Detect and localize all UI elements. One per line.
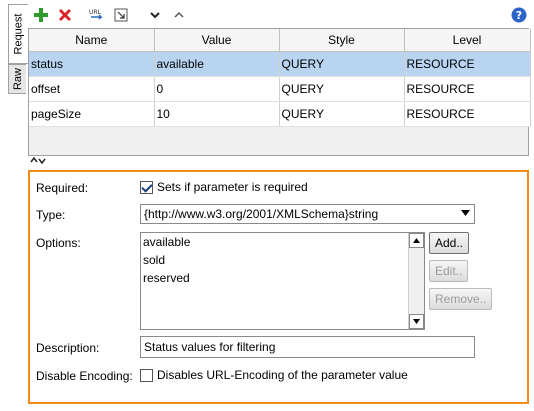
tab-request-label: Request bbox=[12, 13, 25, 55]
description-field[interactable]: Status values for filtering bbox=[140, 336, 475, 358]
edit-option-button[interactable]: Edit.. bbox=[429, 260, 469, 282]
cell-name[interactable]: pageSize bbox=[29, 101, 155, 127]
toolbar: URL ? bbox=[28, 4, 528, 26]
column-header-level[interactable]: Level bbox=[404, 29, 531, 52]
cell-level[interactable]: RESOURCE bbox=[404, 76, 531, 102]
cell-style[interactable]: QUERY bbox=[279, 101, 405, 127]
list-item[interactable]: available bbox=[141, 233, 424, 251]
options-scrollbar[interactable] bbox=[408, 233, 424, 329]
table-row[interactable]: offset 0 QUERY RESOURCE bbox=[29, 76, 531, 102]
scroll-up-icon[interactable] bbox=[409, 233, 424, 248]
cell-name[interactable]: status bbox=[29, 51, 155, 77]
plus-icon[interactable] bbox=[32, 6, 50, 24]
parameter-details-panel: Required: Sets if parameter is required … bbox=[28, 170, 529, 404]
required-text: Sets if parameter is required bbox=[157, 180, 308, 194]
column-header-name[interactable]: Name bbox=[29, 29, 155, 52]
required-checkbox[interactable] bbox=[140, 180, 153, 194]
options-label: Options: bbox=[36, 236, 81, 250]
chevron-up-icon[interactable] bbox=[170, 6, 188, 24]
extract-icon[interactable] bbox=[112, 6, 130, 24]
type-select-value: {http://www.w3.org/2001/XMLSchema}string bbox=[144, 207, 379, 221]
type-label: Type: bbox=[36, 208, 66, 222]
description-label: Description: bbox=[36, 341, 100, 355]
tab-raw[interactable]: Raw bbox=[8, 64, 26, 94]
tab-request[interactable]: Request bbox=[8, 4, 28, 64]
list-item[interactable]: reserved bbox=[141, 269, 424, 287]
parameters-table: Name Value Style Level status available … bbox=[28, 28, 531, 156]
options-list[interactable]: available sold reserved bbox=[140, 232, 425, 330]
add-option-button[interactable]: Add.. bbox=[429, 232, 470, 254]
cell-style[interactable]: QUERY bbox=[279, 76, 405, 102]
remove-option-button[interactable]: Remove.. bbox=[429, 288, 493, 310]
column-header-style[interactable]: Style bbox=[279, 29, 405, 52]
table-row[interactable]: pageSize 10 QUERY RESOURCE bbox=[29, 101, 531, 127]
cell-value[interactable]: available bbox=[154, 51, 280, 77]
cell-level[interactable]: RESOURCE bbox=[404, 101, 531, 127]
cell-style[interactable]: QUERY bbox=[279, 51, 405, 77]
cell-value[interactable]: 0 bbox=[154, 76, 280, 102]
x-icon[interactable] bbox=[56, 6, 74, 24]
description-value: Status values for filtering bbox=[144, 340, 276, 354]
disable-encoding-label: Disable Encoding: bbox=[36, 369, 133, 383]
cell-value[interactable]: 10 bbox=[154, 101, 280, 127]
url-icon[interactable]: URL bbox=[88, 6, 106, 24]
type-select[interactable]: {http://www.w3.org/2001/XMLSchema}string bbox=[140, 204, 475, 224]
cell-name[interactable]: offset bbox=[29, 76, 155, 102]
svg-text:?: ? bbox=[516, 9, 522, 22]
tab-raw-label: Raw bbox=[11, 67, 24, 91]
table-row[interactable]: status available QUERY RESOURCE bbox=[29, 51, 531, 77]
chevron-down-icon[interactable] bbox=[146, 6, 164, 24]
required-label: Required: bbox=[36, 181, 89, 195]
required-row: Sets if parameter is required bbox=[140, 180, 308, 194]
splitter-handle[interactable] bbox=[30, 156, 46, 167]
cell-level[interactable]: RESOURCE bbox=[404, 51, 531, 77]
scroll-down-icon[interactable] bbox=[409, 314, 424, 329]
column-header-value[interactable]: Value bbox=[154, 29, 280, 52]
dropdown-arrow-icon bbox=[461, 208, 470, 218]
help-icon[interactable]: ? bbox=[510, 6, 528, 24]
disable-encoding-row: Disables URL-Encoding of the parameter v… bbox=[140, 368, 408, 382]
disable-encoding-text: Disables URL-Encoding of the parameter v… bbox=[157, 368, 408, 382]
list-item[interactable]: sold bbox=[141, 251, 424, 269]
table-header: Name Value Style Level bbox=[29, 29, 531, 52]
disable-encoding-checkbox[interactable] bbox=[140, 368, 153, 382]
